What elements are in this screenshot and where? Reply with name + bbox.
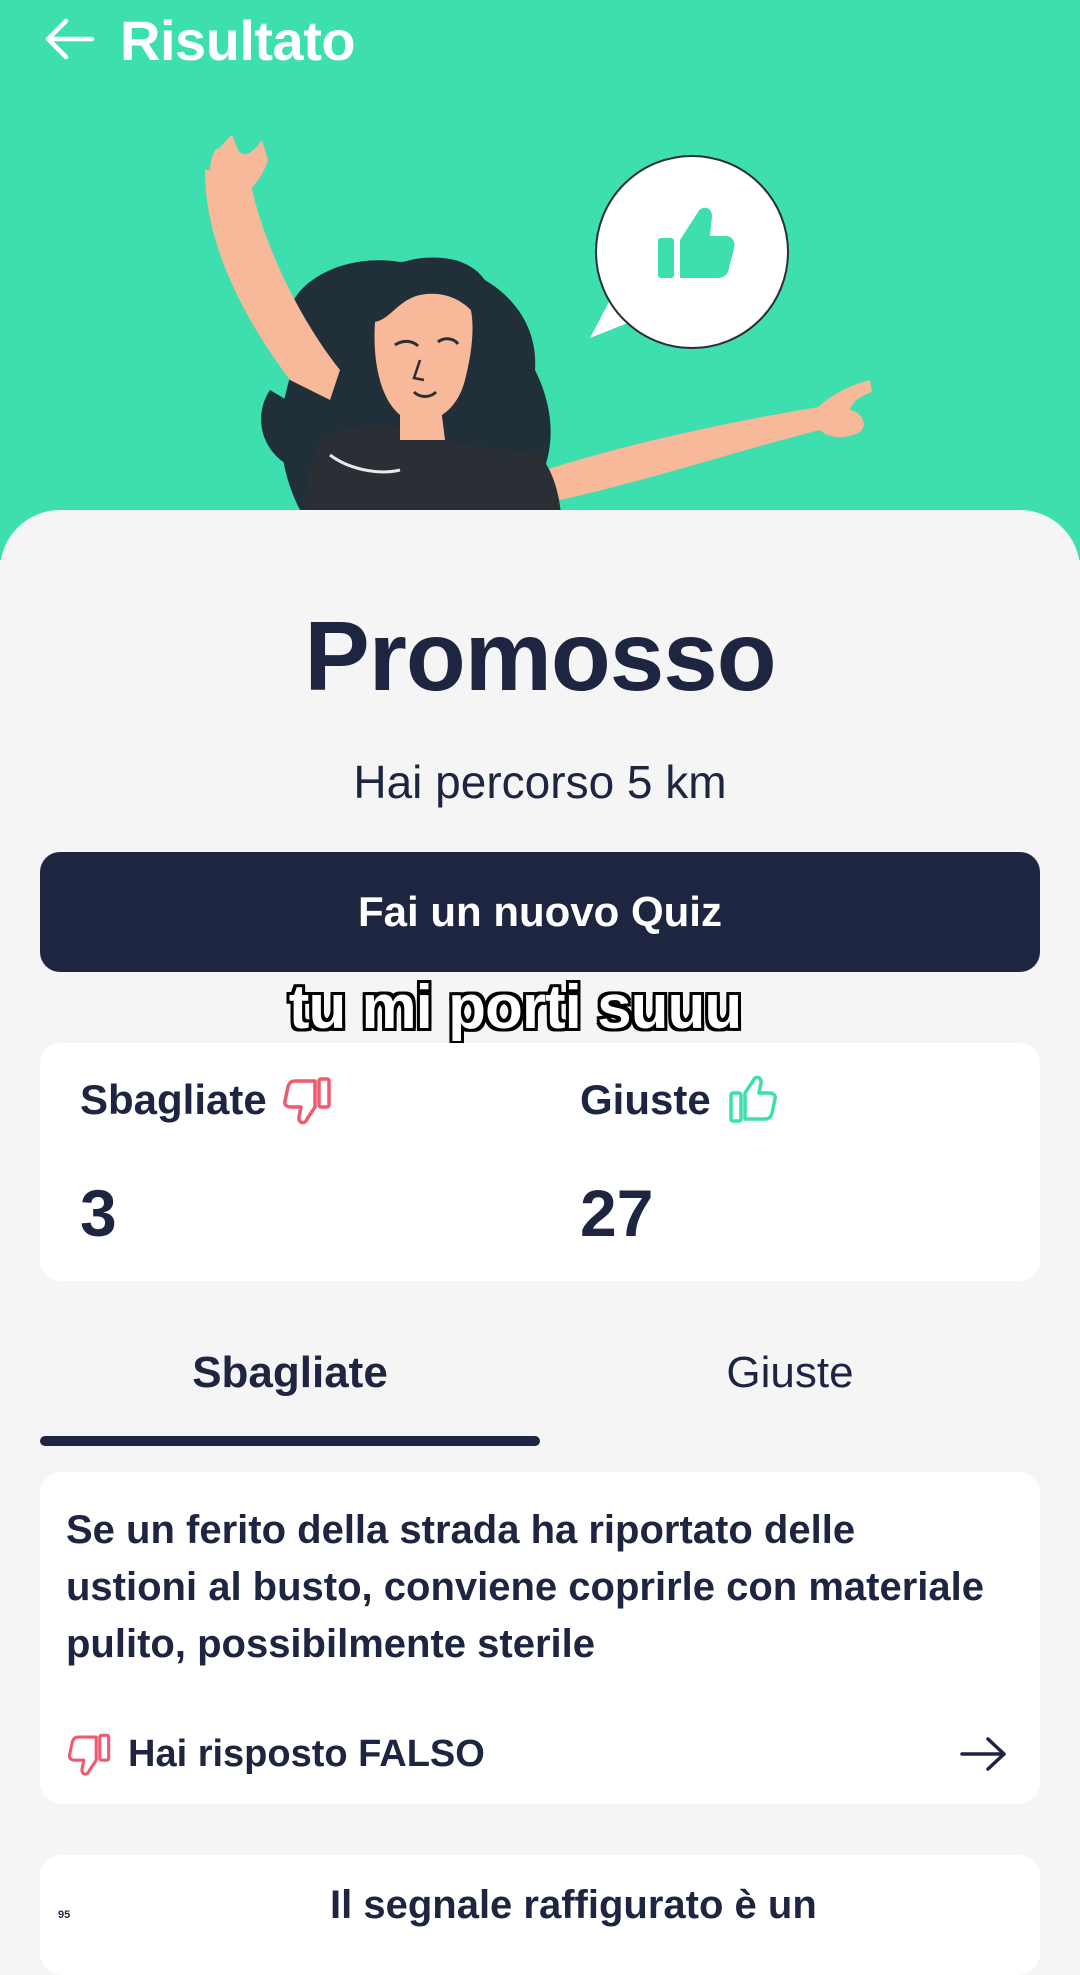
question-text: Il segnale raffigurato è un xyxy=(330,1883,817,1927)
stat-right-label: Giuste xyxy=(580,1076,711,1123)
new-quiz-button[interactable]: Fai un nuovo Quiz xyxy=(40,852,1040,972)
thumbs-up-icon xyxy=(728,1075,777,1123)
stats-card: Sbagliate 3 Giuste 27 xyxy=(40,1043,1040,1281)
back-button[interactable] xyxy=(40,14,98,64)
active-tab-indicator xyxy=(40,1436,540,1446)
stat-wrong-label: Sbagliate xyxy=(80,1076,267,1123)
back-arrow-icon xyxy=(45,18,95,60)
stat-wrong-value: 3 xyxy=(80,1176,117,1250)
arrow-right-icon xyxy=(960,1737,1006,1771)
stat-wrong: Sbagliate 3 xyxy=(80,1073,335,1251)
answer-row: Hai risposto FALSO xyxy=(66,1730,485,1778)
question-card[interactable]: 95 Il segnale raffigurato è un xyxy=(40,1855,1040,1975)
top-bar: Risultato xyxy=(0,0,1080,90)
video-caption: tu mi porti suuu xyxy=(288,973,742,1042)
result-subtitle: Hai percorso 5 km xyxy=(353,756,727,808)
stat-right-value: 27 xyxy=(580,1176,654,1250)
thumbs-down-icon xyxy=(67,1733,111,1776)
tab-giuste[interactable]: Giuste xyxy=(540,1340,1040,1450)
thumbs-down-icon xyxy=(282,1077,331,1125)
new-quiz-label: Fai un nuovo Quiz xyxy=(358,888,722,935)
question-card[interactable]: Se un ferito della strada ha riportato d… xyxy=(40,1472,1040,1804)
answer-tabs: Sbagliate Giuste xyxy=(40,1340,1040,1450)
result-title: Promosso xyxy=(304,601,776,711)
answer-text: Hai risposto FALSO xyxy=(128,1732,485,1775)
page-title: Risultato xyxy=(120,9,356,72)
question-text: Se un ferito della strada ha riportato d… xyxy=(66,1508,985,1666)
tab-sbagliate[interactable]: Sbagliate xyxy=(40,1340,540,1450)
hero-banner: Risultato xyxy=(0,0,1080,560)
question-number: 95 xyxy=(58,1909,71,1921)
stat-right: Giuste 27 xyxy=(580,1073,779,1251)
